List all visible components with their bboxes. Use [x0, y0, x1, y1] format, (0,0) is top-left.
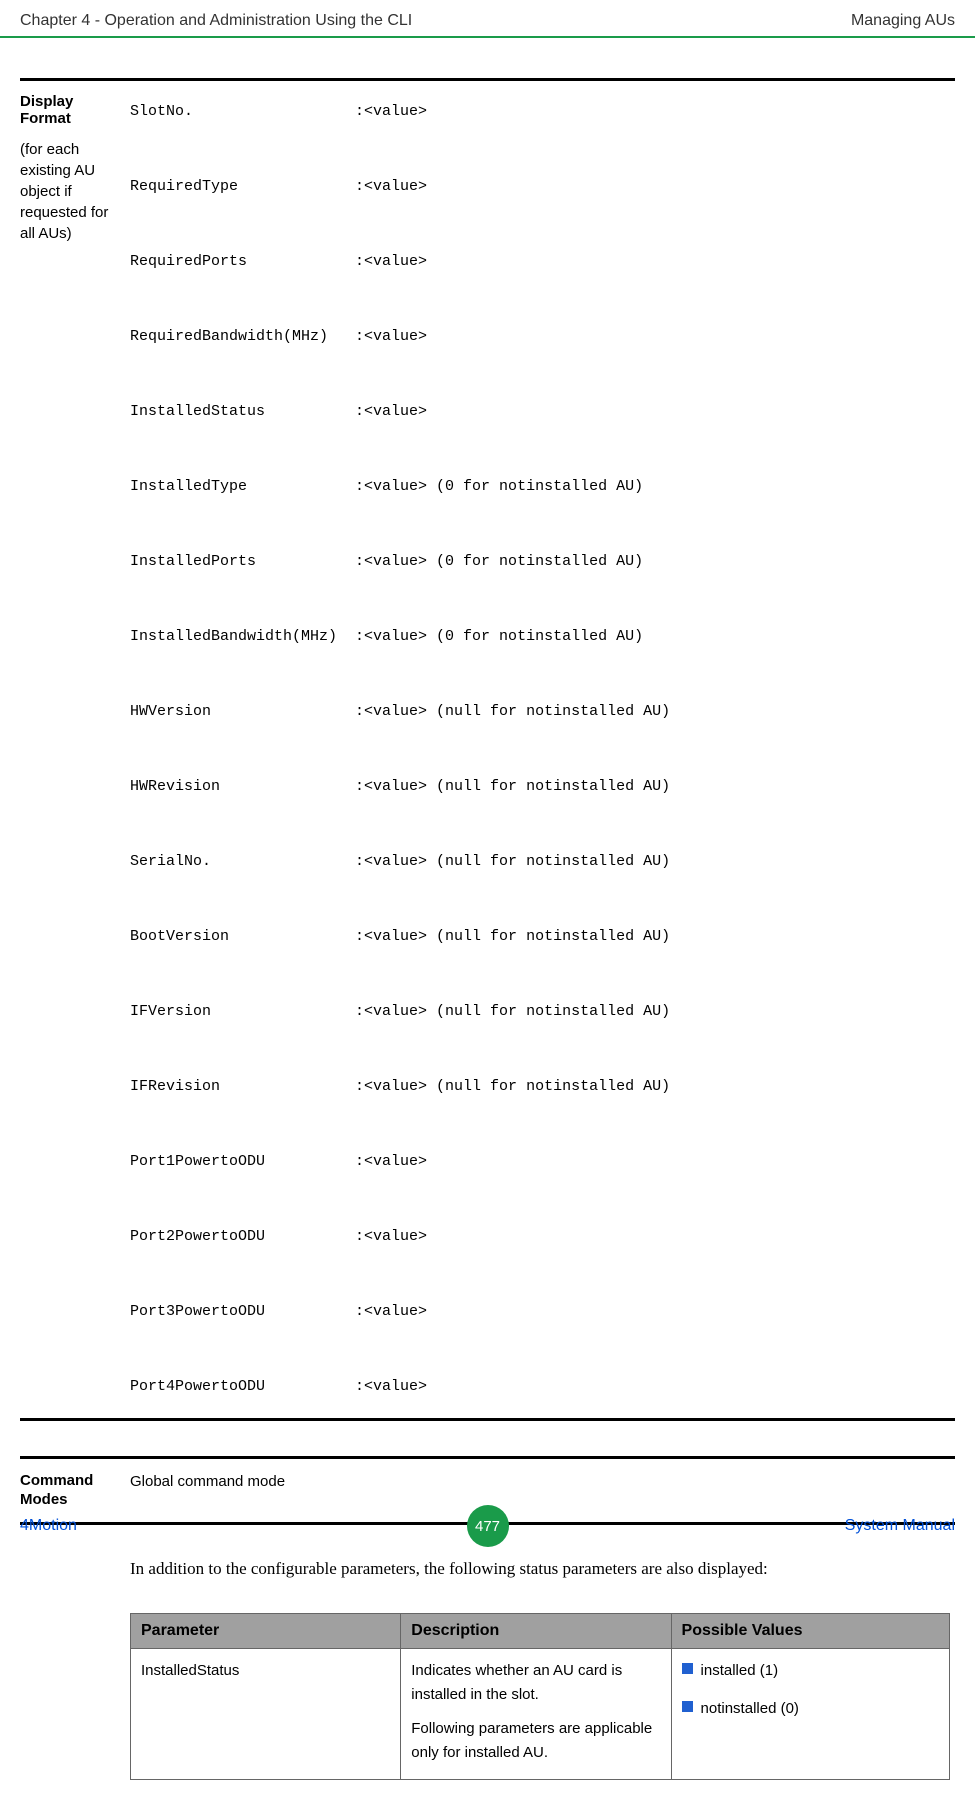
display-format-label: Display Format	[20, 93, 120, 127]
bullet-text: installed (1)	[701, 1659, 779, 1683]
parameters-table: Parameter Description Possible Values In…	[130, 1613, 950, 1780]
command-modes-label: Command Modes	[20, 1471, 130, 1510]
bullet-text: notinstalled (0)	[701, 1697, 799, 1721]
cell-possible-values: installed (1) notinstalled (0)	[671, 1649, 949, 1780]
table-header-row: Parameter Description Possible Values	[131, 1614, 950, 1649]
footer-manual: System Manual	[845, 1517, 955, 1535]
display-format-section: Display Format (for each existing AU obj…	[20, 78, 955, 1421]
description-para-2: Following parameters are applicable only…	[411, 1717, 660, 1765]
command-modes-content: Global command mode	[130, 1471, 955, 1510]
header-chapter: Chapter 4 - Operation and Administration…	[20, 12, 412, 30]
header-possible-values: Possible Values	[671, 1614, 949, 1649]
page-footer: 4Motion 477 System Manual	[0, 1507, 975, 1545]
footer-product: 4Motion	[20, 1517, 77, 1535]
display-format-content: SlotNo. :<value> RequiredType :<value> R…	[130, 93, 955, 1406]
body-paragraph: In addition to the configurable paramete…	[130, 1555, 955, 1584]
cell-description: Indicates whether an AU card is installe…	[401, 1649, 671, 1780]
bullet-item: installed (1)	[682, 1659, 939, 1683]
header-description: Description	[401, 1614, 671, 1649]
header-parameter: Parameter	[131, 1614, 401, 1649]
bullet-square-icon	[682, 1701, 693, 1712]
display-label-column: Display Format (for each existing AU obj…	[20, 93, 130, 1406]
page-header: Chapter 4 - Operation and Administration…	[0, 0, 975, 38]
bullet-square-icon	[682, 1663, 693, 1674]
page-number-badge: 477	[467, 1505, 509, 1547]
table-row: InstalledStatus Indicates whether an AU …	[131, 1649, 950, 1780]
cell-parameter: InstalledStatus	[131, 1649, 401, 1780]
description-para-1: Indicates whether an AU card is installe…	[411, 1659, 660, 1707]
display-format-sublabel: (for each existing AU object if requeste…	[20, 139, 120, 244]
header-section: Managing AUs	[851, 12, 955, 30]
bullet-item: notinstalled (0)	[682, 1697, 939, 1721]
